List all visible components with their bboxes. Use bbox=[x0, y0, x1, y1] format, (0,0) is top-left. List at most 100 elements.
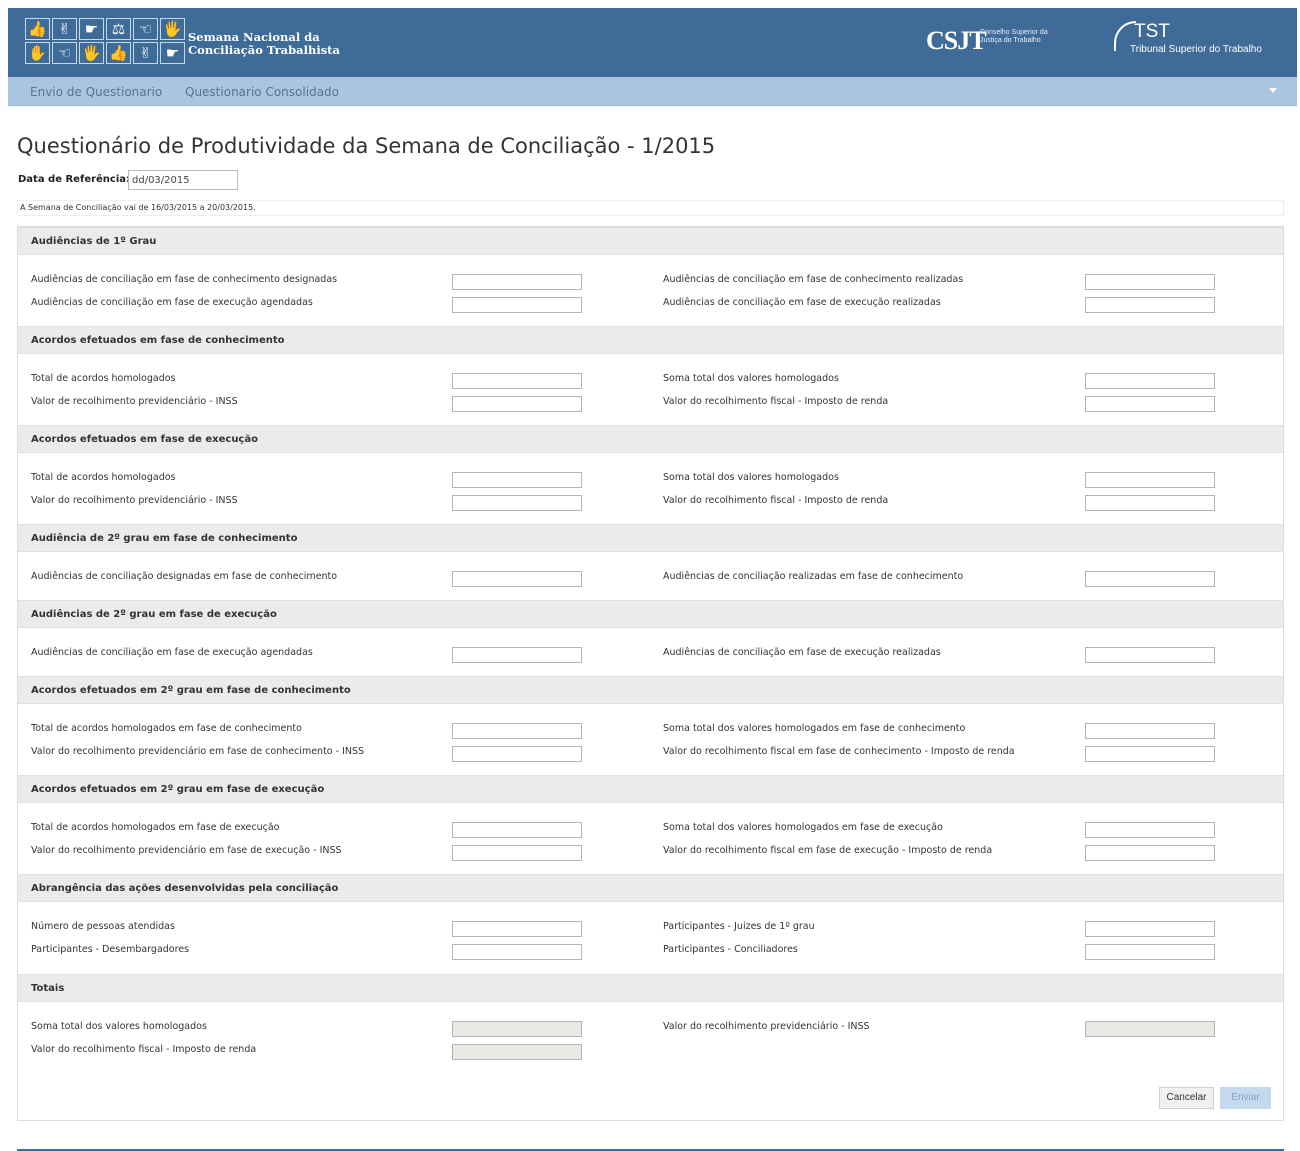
logo-tile-icon: ☛ bbox=[79, 18, 104, 40]
numeric-input-field[interactable] bbox=[452, 297, 582, 313]
field-label: Valor do recolhimento previdenciário em … bbox=[31, 845, 342, 856]
field-label: Total de acordos homologados em fase de … bbox=[31, 822, 280, 833]
chevron-down-icon[interactable] bbox=[1269, 88, 1277, 93]
tst-logo-text: TST bbox=[1134, 21, 1170, 42]
logo-tile-icon: ✌ bbox=[52, 18, 77, 40]
logo-tile-icon: ⚖ bbox=[106, 18, 131, 40]
numeric-input-field[interactable] bbox=[1085, 495, 1215, 511]
numeric-input-field[interactable] bbox=[1085, 822, 1215, 838]
nav-item-consolidado[interactable]: Questionario Consolidado bbox=[185, 85, 339, 99]
send-button[interactable]: Enviar bbox=[1220, 1087, 1271, 1109]
numeric-input-field[interactable] bbox=[452, 396, 582, 412]
numeric-input-field[interactable] bbox=[452, 647, 582, 663]
section-header: Acordos efetuados em fase de execução bbox=[18, 425, 1283, 453]
brand-title-line2: Conciliação Trabalhista bbox=[188, 43, 340, 57]
logo-tile-icon: ✋ bbox=[25, 42, 50, 64]
field-label: Valor de recolhimento previdenciário - I… bbox=[31, 396, 238, 407]
numeric-input-field[interactable] bbox=[452, 472, 582, 488]
section-title: Acordos efetuados em 2º grau em fase de … bbox=[31, 685, 351, 696]
section-title: Totais bbox=[31, 983, 65, 994]
logo-tile-icon: 👍 bbox=[25, 18, 50, 40]
logo-tile-icon: ✌ bbox=[133, 42, 158, 64]
section-header: Totais bbox=[18, 974, 1283, 1002]
field-label: Valor do recolhimento previdenciário em … bbox=[31, 746, 365, 757]
section-title: Acordos efetuados em fase de conheciment… bbox=[31, 335, 285, 346]
brand-title: Semana Nacional da Conciliação Trabalhis… bbox=[188, 31, 340, 57]
csjt-subtitle-line2: Justiça do Trabalho bbox=[980, 37, 1041, 44]
numeric-input-field[interactable] bbox=[452, 274, 582, 290]
numeric-input-field[interactable] bbox=[1085, 472, 1215, 488]
field-label: Valor do recolhimento previdenciário - I… bbox=[31, 495, 238, 506]
reference-date-input[interactable] bbox=[128, 170, 238, 190]
numeric-input-field[interactable] bbox=[1085, 746, 1215, 762]
logo-tile-icon: ☜ bbox=[52, 42, 77, 64]
field-label: Audiências de conciliação designadas em … bbox=[31, 571, 338, 582]
total-readonly-field bbox=[1085, 1021, 1215, 1037]
section-title: Acordos efetuados em fase de execução bbox=[31, 434, 258, 445]
field-label: Valor do recolhimento fiscal - Imposto d… bbox=[663, 396, 889, 407]
field-label: Participantes - Juizes de 1º grau bbox=[663, 921, 815, 932]
field-label: Soma total dos valores homologados em fa… bbox=[663, 822, 943, 833]
field-label: Soma total dos valores homologados em fa… bbox=[663, 723, 966, 734]
numeric-input-field[interactable] bbox=[1085, 571, 1215, 587]
logo-tile-icon: 🖐 bbox=[79, 42, 104, 64]
numeric-input-field[interactable] bbox=[1085, 396, 1215, 412]
questionnaire-form: Audiências de 1º Grau Audiências de conci… bbox=[17, 226, 1284, 1121]
field-label: Valor do recolhimento fiscal em fase de … bbox=[663, 746, 1015, 757]
logo-tile-icon: ☜ bbox=[133, 18, 158, 40]
total-readonly-field bbox=[452, 1021, 582, 1037]
field-label: Soma total dos valores homologados bbox=[31, 1021, 207, 1032]
numeric-input-field[interactable] bbox=[452, 571, 582, 587]
numeric-input-field[interactable] bbox=[1085, 297, 1215, 313]
numeric-input-field[interactable] bbox=[1085, 373, 1215, 389]
field-label: Total de acordos homologados bbox=[31, 373, 176, 384]
section-title: Audiência de 2º grau em fase de conhecim… bbox=[31, 533, 298, 544]
field-label: Audiências de conciliação em fase de exe… bbox=[31, 647, 313, 658]
field-label: Audiências de conciliação em fase de exe… bbox=[663, 647, 941, 658]
section-header: Audiência de 2º grau em fase de conhecim… bbox=[18, 524, 1283, 552]
numeric-input-field[interactable] bbox=[452, 495, 582, 511]
section-title: Acordos efetuados em 2º grau em fase de … bbox=[31, 784, 325, 795]
cancel-button[interactable]: Cancelar bbox=[1159, 1087, 1214, 1109]
total-readonly-field bbox=[452, 1044, 582, 1060]
numeric-input-field[interactable] bbox=[1085, 921, 1215, 937]
logo-tile-icon: ☛ bbox=[160, 42, 185, 64]
numeric-input-field[interactable] bbox=[1085, 944, 1215, 960]
numeric-input-field[interactable] bbox=[452, 944, 582, 960]
section-header: Audiências de 2º grau em fase de execuçã… bbox=[18, 600, 1283, 628]
tst-subtitle: Tribunal Superior do Trabalho bbox=[1130, 44, 1262, 55]
section-title: Abrangência das ações desenvolvidas pela… bbox=[31, 883, 339, 894]
header-banner: 👍 ✌ ☛ ⚖ ☜ 🖐 ✋ ☜ 🖐 👍 ✌ ☛ Semana Nacional … bbox=[8, 8, 1297, 77]
logo-tile-icon: 👍 bbox=[106, 42, 131, 64]
section-title: Audiências de 1º Grau bbox=[31, 236, 157, 247]
field-label: Valor do recolhimento previdenciário - I… bbox=[663, 1021, 870, 1032]
numeric-input-field[interactable] bbox=[452, 845, 582, 861]
nav-item-envio[interactable]: Envio de Questionario bbox=[30, 85, 162, 99]
section-header: Acordos efetuados em 2º grau em fase de … bbox=[18, 775, 1283, 803]
field-label: Participantes - Conciliadores bbox=[663, 944, 798, 955]
numeric-input-field[interactable] bbox=[452, 822, 582, 838]
numeric-input-field[interactable] bbox=[1085, 723, 1215, 739]
numeric-input-field[interactable] bbox=[1085, 274, 1215, 290]
field-label: Audiências de conciliação em fase de con… bbox=[663, 274, 964, 285]
week-info-note: A Semana de Conciliação vai de 16/03/201… bbox=[17, 200, 1284, 216]
page-title: Questionário de Produtividade da Semana … bbox=[17, 134, 716, 158]
field-label: Soma total dos valores homologados bbox=[663, 472, 839, 483]
numeric-input-field[interactable] bbox=[452, 746, 582, 762]
numeric-input-field[interactable] bbox=[452, 373, 582, 389]
numeric-input-field[interactable] bbox=[1085, 845, 1215, 861]
section-header: Acordos efetuados em fase de conheciment… bbox=[18, 326, 1283, 354]
field-label: Audiências de conciliação em fase de con… bbox=[31, 274, 338, 285]
field-label: Audiências de conciliação em fase de exe… bbox=[31, 297, 313, 308]
numeric-input-field[interactable] bbox=[1085, 647, 1215, 663]
field-label: Número de pessoas atendidas bbox=[31, 921, 175, 932]
numeric-input-field[interactable] bbox=[452, 723, 582, 739]
main-nav: Envio de Questionario Questionario Conso… bbox=[8, 77, 1297, 106]
field-label: Total de acordos homologados bbox=[31, 472, 176, 483]
section-title: Audiências de 2º grau em fase de execuçã… bbox=[31, 609, 277, 620]
field-label: Audiências de conciliação realizadas em … bbox=[663, 571, 964, 582]
section-header: Acordos efetuados em 2º grau em fase de … bbox=[18, 676, 1283, 704]
reference-date-label: Data de Referência: bbox=[18, 174, 131, 185]
logo-tile-icon: 🖐 bbox=[160, 18, 185, 40]
numeric-input-field[interactable] bbox=[452, 921, 582, 937]
